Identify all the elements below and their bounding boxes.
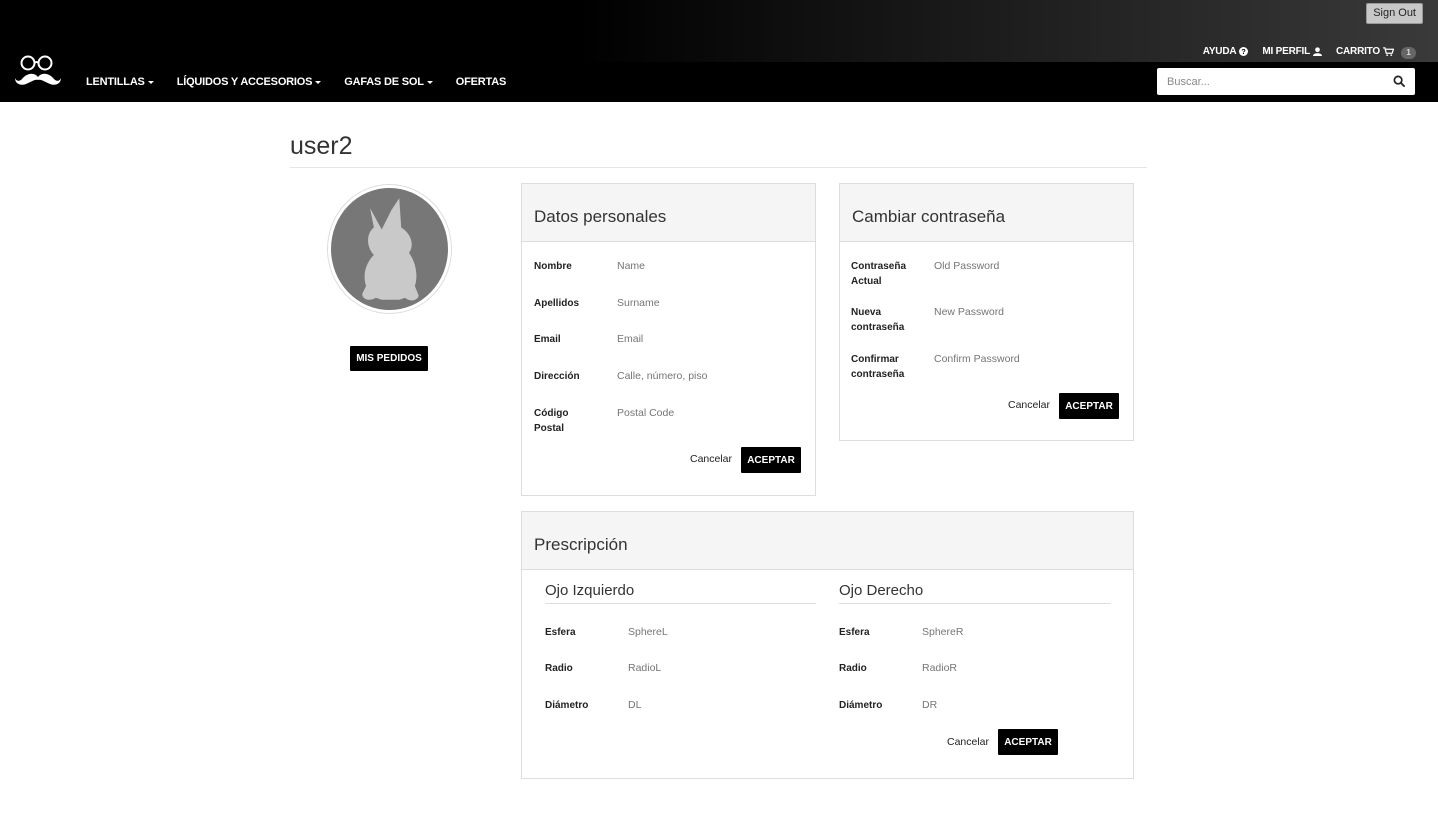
nav-item-gafas[interactable]: GAFAS DE SOL [344, 76, 433, 88]
nav-item-ofertas[interactable]: OFERTAS [455, 76, 507, 88]
title-divider [290, 167, 1147, 168]
left-eye-heading: Ojo Izquierdo [545, 582, 635, 599]
default-avatar-silhouette-icon [362, 198, 419, 301]
divider [545, 603, 816, 604]
field-label: Radio [545, 663, 573, 674]
diameter-right-field[interactable] [922, 699, 1082, 711]
confirm-password-field[interactable] [934, 353, 1114, 365]
top-bar: Sign Out AYUDA ? MI PERFIL CARRITO 1 [0, 0, 1438, 62]
field-label: Email [534, 334, 561, 345]
right-eye-heading: Ojo Derecho [839, 582, 924, 599]
field-label: Diámetro [545, 700, 589, 711]
accept-password-button[interactable]: ACEPTAR [1059, 393, 1119, 419]
profile-link[interactable]: MI PERFIL [1262, 46, 1323, 57]
profile-label: MI PERFIL [1262, 46, 1311, 57]
sphere-left-field[interactable] [628, 626, 788, 638]
avatar [327, 184, 452, 314]
address-field[interactable] [617, 370, 797, 382]
my-orders-button[interactable]: MIS PEDIDOS [350, 346, 428, 371]
cancel-password-button[interactable]: Cancelar [1008, 399, 1050, 411]
field-label: Dirección [534, 371, 580, 382]
sphere-right-field[interactable] [922, 626, 1082, 638]
accept-prescription-button[interactable]: ACEPTAR [998, 729, 1058, 755]
postal-code-field[interactable] [617, 407, 797, 419]
field-label: Contraseña Actual [851, 261, 907, 287]
field-label: Diámetro [839, 700, 883, 711]
field-label: Nueva contraseña [851, 307, 905, 333]
diameter-left-field[interactable] [628, 699, 788, 711]
nav-item-lentillas[interactable]: LENTILLAS [86, 76, 154, 88]
field-label: Esfera [545, 627, 576, 638]
mustache-glasses-logo-icon[interactable] [14, 53, 62, 93]
old-password-field[interactable] [934, 260, 1114, 272]
cart-label: CARRITO [1336, 46, 1380, 57]
new-password-field[interactable] [934, 306, 1114, 318]
sign-out-button[interactable]: Sign Out [1366, 3, 1423, 24]
caret-down-icon [147, 80, 154, 84]
panel-heading: Prescripción [522, 512, 1133, 570]
cart-count-badge: 1 [1401, 47, 1416, 59]
caret-down-icon [426, 80, 433, 84]
search-input[interactable] [1157, 68, 1377, 95]
cancel-personal-button[interactable]: Cancelar [690, 453, 732, 465]
radius-left-field[interactable] [628, 662, 788, 674]
nav-item-liquidos[interactable]: LÍQUIDOS Y ACCESORIOS [177, 76, 322, 88]
question-circle-icon: ? [1239, 47, 1249, 56]
name-field[interactable] [617, 260, 797, 272]
accept-personal-button[interactable]: ACEPTAR [741, 447, 801, 473]
surname-field[interactable] [617, 297, 797, 309]
nav-label: LENTILLAS [86, 76, 145, 88]
help-label: AYUDA [1202, 46, 1237, 57]
field-label: Nombre [534, 261, 572, 272]
search-box [1157, 68, 1415, 95]
cart-icon [1383, 47, 1394, 56]
user-icon [1313, 47, 1323, 56]
cancel-prescription-button[interactable]: Cancelar [947, 736, 989, 748]
nav-label: OFERTAS [455, 76, 507, 88]
nav-label: LÍQUIDOS Y ACCESORIOS [176, 76, 313, 88]
help-link[interactable]: AYUDA ? [1203, 46, 1249, 57]
nav-menu: LENTILLAS LÍQUIDOS Y ACCESORIOS GAFAS DE… [86, 62, 529, 102]
svg-text:?: ? [1242, 47, 1246, 56]
email-field[interactable] [617, 333, 797, 345]
radius-right-field[interactable] [922, 662, 1082, 674]
field-label: Esfera [839, 627, 870, 638]
field-label: Confirmar contraseña [851, 354, 905, 380]
field-label: Radio [839, 663, 867, 674]
divider [839, 603, 1111, 604]
panel-heading: Cambiar contraseña [840, 184, 1133, 242]
search-icon[interactable] [1393, 75, 1406, 88]
nav-label: GAFAS DE SOL [344, 76, 424, 88]
avatar-image [331, 188, 448, 310]
main-navbar: LENTILLAS LÍQUIDOS Y ACCESORIOS GAFAS DE… [0, 55, 1438, 102]
page-title: user2 [290, 132, 353, 160]
cart-link[interactable]: CARRITO 1 [1336, 44, 1416, 59]
top-links: AYUDA ? MI PERFIL CARRITO 1 [1203, 44, 1416, 59]
caret-down-icon [315, 80, 322, 84]
field-label: Apellidos [534, 298, 580, 309]
panel-heading: Datos personales [522, 184, 815, 242]
field-label: Código Postal [534, 408, 569, 434]
